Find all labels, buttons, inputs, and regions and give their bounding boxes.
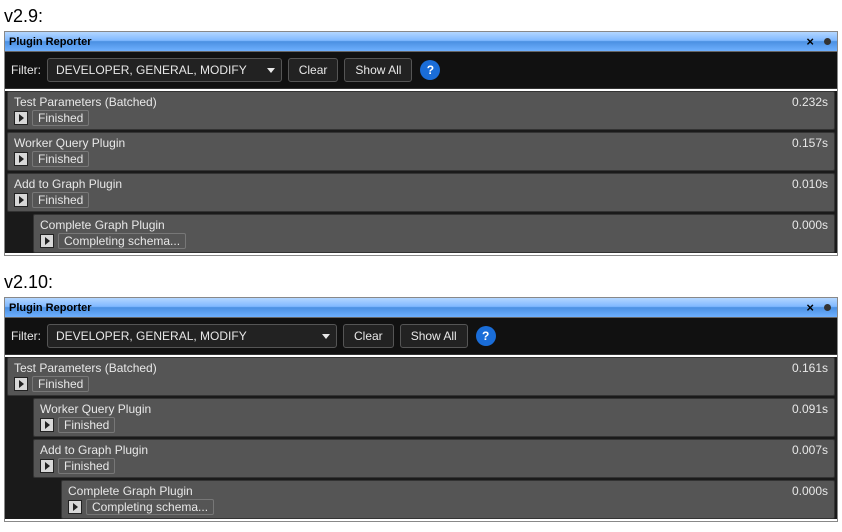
- plugin-status: Finished: [32, 110, 89, 126]
- help-icon[interactable]: ?: [420, 60, 440, 80]
- toolbar: Filter: DEVELOPER, GENERAL, MODIFY Clear…: [5, 52, 837, 89]
- plugin-time: 0.000s: [792, 218, 828, 232]
- expand-button[interactable]: [14, 377, 28, 391]
- plugin-name: Worker Query Plugin: [40, 402, 792, 416]
- plugin-name: Test Parameters (Batched): [14, 95, 792, 109]
- filter-label: Filter:: [11, 63, 41, 77]
- version-heading-29: v2.9:: [0, 0, 842, 31]
- report-row: Complete Graph Plugin 0.000s Completing …: [61, 480, 835, 519]
- clear-button[interactable]: Clear: [343, 324, 394, 348]
- plugin-time: 0.232s: [792, 95, 828, 109]
- filter-label: Filter:: [11, 329, 41, 343]
- report-row: Test Parameters (Batched) 0.161s Finishe…: [7, 357, 835, 396]
- plugin-name: Add to Graph Plugin: [40, 443, 792, 457]
- plugin-status: Completing schema...: [58, 233, 186, 249]
- toolbar: Filter: DEVELOPER, GENERAL, MODIFY Clear…: [5, 318, 837, 355]
- plugin-name: Complete Graph Plugin: [40, 218, 792, 232]
- expand-button[interactable]: [40, 418, 54, 432]
- plugin-name: Worker Query Plugin: [14, 136, 792, 150]
- plugin-time: 0.007s: [792, 443, 828, 457]
- report-row: Complete Graph Plugin 0.000s Completing …: [33, 214, 835, 253]
- plugin-time: 0.157s: [792, 136, 828, 150]
- plugin-name: Test Parameters (Batched): [14, 361, 792, 375]
- plugin-name: Add to Graph Plugin: [14, 177, 792, 191]
- version-heading-210: v2.10:: [0, 266, 842, 297]
- plugin-status: Finished: [32, 376, 89, 392]
- filter-value: DEVELOPER, GENERAL, MODIFY: [56, 329, 247, 343]
- panel-title: Plugin Reporter: [9, 302, 802, 314]
- plugin-time: 0.091s: [792, 402, 828, 416]
- filter-dropdown[interactable]: DEVELOPER, GENERAL, MODIFY: [47, 324, 337, 348]
- chevron-right-icon: [73, 503, 78, 511]
- expand-button[interactable]: [40, 459, 54, 473]
- chevron-right-icon: [45, 421, 50, 429]
- plugin-time: 0.000s: [792, 484, 828, 498]
- report-row: Add to Graph Plugin 0.010s Finished: [7, 173, 835, 212]
- expand-button[interactable]: [40, 234, 54, 248]
- titlebar: Plugin Reporter ×: [5, 298, 837, 318]
- plugin-time: 0.161s: [792, 361, 828, 375]
- plugin-status: Completing schema...: [86, 499, 214, 515]
- expand-button[interactable]: [14, 111, 28, 125]
- menu-dot-icon[interactable]: [824, 38, 831, 45]
- help-icon[interactable]: ?: [476, 326, 496, 346]
- report-row: Test Parameters (Batched) 0.232s Finishe…: [7, 91, 835, 130]
- titlebar: Plugin Reporter ×: [5, 32, 837, 52]
- chevron-right-icon: [19, 380, 24, 388]
- chevron-right-icon: [45, 462, 50, 470]
- show-all-button[interactable]: Show All: [344, 58, 412, 82]
- plugin-time: 0.010s: [792, 177, 828, 191]
- menu-dot-icon[interactable]: [824, 304, 831, 311]
- panel-title: Plugin Reporter: [9, 36, 802, 48]
- plugin-status: Finished: [32, 192, 89, 208]
- chevron-right-icon: [19, 114, 24, 122]
- clear-button[interactable]: Clear: [288, 58, 339, 82]
- report-body: Test Parameters (Batched) 0.232s Finishe…: [5, 91, 837, 253]
- chevron-right-icon: [19, 155, 24, 163]
- close-icon[interactable]: ×: [802, 34, 818, 49]
- expand-button[interactable]: [14, 193, 28, 207]
- plugin-status: Finished: [58, 417, 115, 433]
- chevron-right-icon: [19, 196, 24, 204]
- plugin-reporter-panel-29: Plugin Reporter × Filter: DEVELOPER, GEN…: [4, 31, 838, 256]
- filter-dropdown[interactable]: DEVELOPER, GENERAL, MODIFY: [47, 58, 282, 82]
- plugin-status: Finished: [32, 151, 89, 167]
- report-row: Worker Query Plugin 0.157s Finished: [7, 132, 835, 171]
- close-icon[interactable]: ×: [802, 300, 818, 315]
- plugin-status: Finished: [58, 458, 115, 474]
- show-all-button[interactable]: Show All: [400, 324, 468, 348]
- report-row: Worker Query Plugin 0.091s Finished: [33, 398, 835, 437]
- expand-button[interactable]: [68, 500, 82, 514]
- chevron-right-icon: [45, 237, 50, 245]
- chevron-down-icon: [322, 334, 330, 339]
- plugin-reporter-panel-210: Plugin Reporter × Filter: DEVELOPER, GEN…: [4, 297, 838, 522]
- report-body: Test Parameters (Batched) 0.161s Finishe…: [5, 357, 837, 519]
- plugin-name: Complete Graph Plugin: [68, 484, 792, 498]
- expand-button[interactable]: [14, 152, 28, 166]
- report-row: Add to Graph Plugin 0.007s Finished: [33, 439, 835, 478]
- chevron-down-icon: [267, 68, 275, 73]
- filter-value: DEVELOPER, GENERAL, MODIFY: [56, 63, 247, 77]
